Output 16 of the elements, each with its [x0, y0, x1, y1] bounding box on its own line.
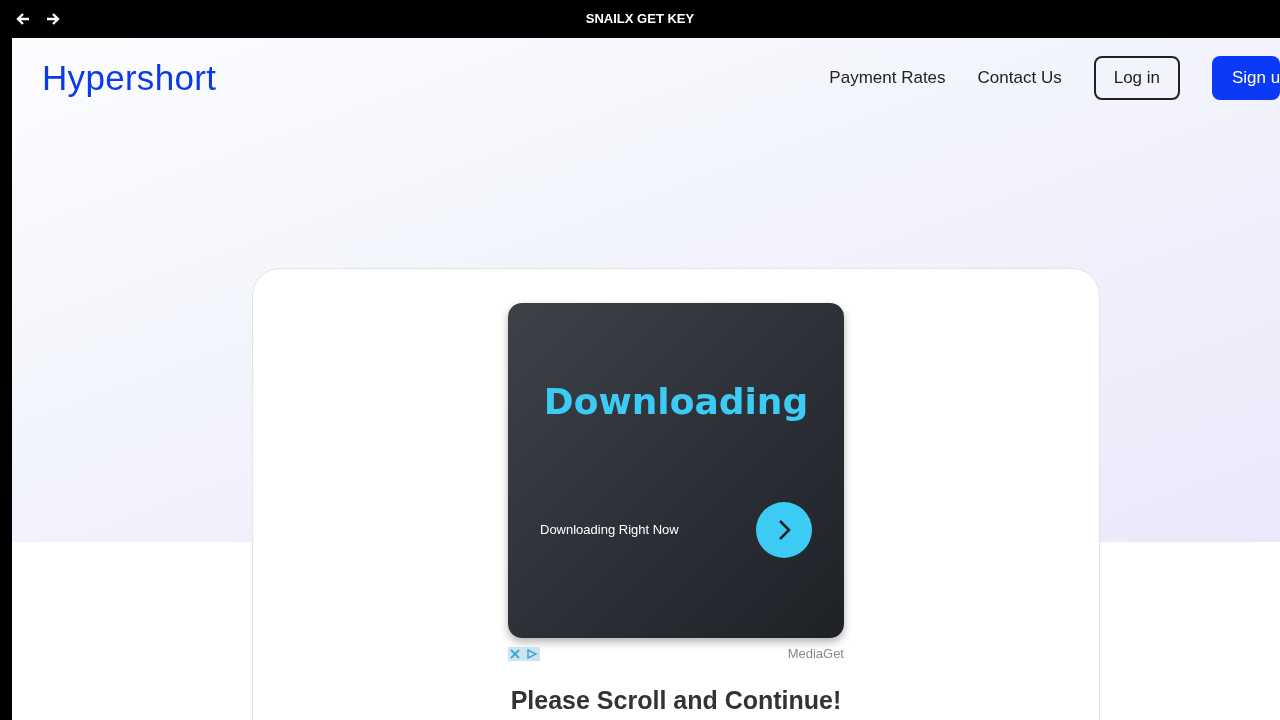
- window-title: SNAILX GET KEY: [585, 10, 695, 29]
- logo[interactable]: Hypershort: [42, 51, 217, 105]
- ad-headline: Downloading: [542, 380, 810, 424]
- ad-subtitle: Downloading Right Now: [540, 521, 679, 540]
- back-arrow-icon: [16, 12, 30, 26]
- back-button[interactable]: [16, 12, 30, 26]
- login-button[interactable]: Log in: [1093, 56, 1180, 100]
- nav-link[interactable]: Payment Rates: [829, 65, 946, 91]
- page-heading: Please Scroll and Continue!: [509, 684, 843, 716]
- forward-button[interactable]: [46, 12, 60, 26]
- signup-button[interactable]: Sign u: [1212, 56, 1280, 100]
- ad-choices-icon[interactable]: [508, 646, 540, 661]
- forward-arrow-icon: [46, 12, 60, 26]
- advertiser-label: MediaGet: [787, 645, 844, 663]
- chevron-right-icon: [777, 518, 791, 541]
- nav-link[interactable]: Contact Us: [977, 65, 1062, 91]
